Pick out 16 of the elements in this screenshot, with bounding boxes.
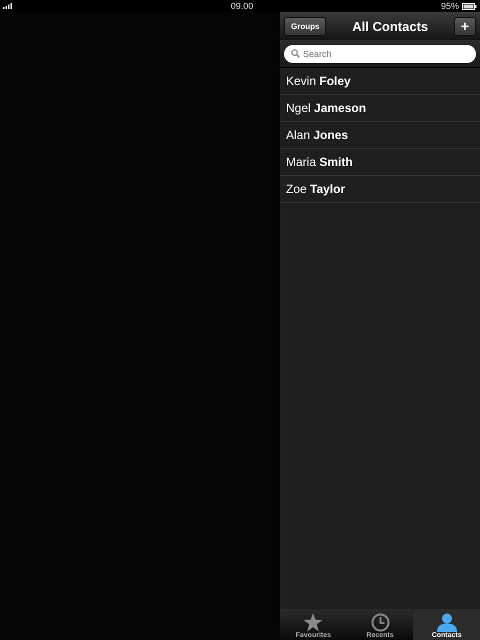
groups-button[interactable]: Groups: [284, 16, 326, 36]
search-field[interactable]: Search: [284, 44, 476, 62]
battery-icon: [462, 2, 477, 10]
add-contact-button[interactable]: +: [454, 16, 476, 36]
contact-row[interactable]: Maria Smith: [280, 149, 480, 176]
star-icon: [303, 613, 324, 632]
contact-row[interactable]: Alan Jones: [280, 122, 480, 149]
person-icon: [436, 613, 458, 632]
contact-row[interactable]: Zoe Taylor: [280, 176, 480, 203]
battery-percent: 95%: [440, 1, 459, 11]
clock-icon: [370, 613, 390, 632]
contact-row[interactable]: Ngel Jameson: [280, 95, 480, 122]
status-time: 09.00: [230, 1, 254, 11]
contact-row[interactable]: Kevin Foley: [280, 68, 480, 95]
panel-title: All Contacts: [352, 18, 428, 34]
signal-icon: [3, 3, 13, 9]
